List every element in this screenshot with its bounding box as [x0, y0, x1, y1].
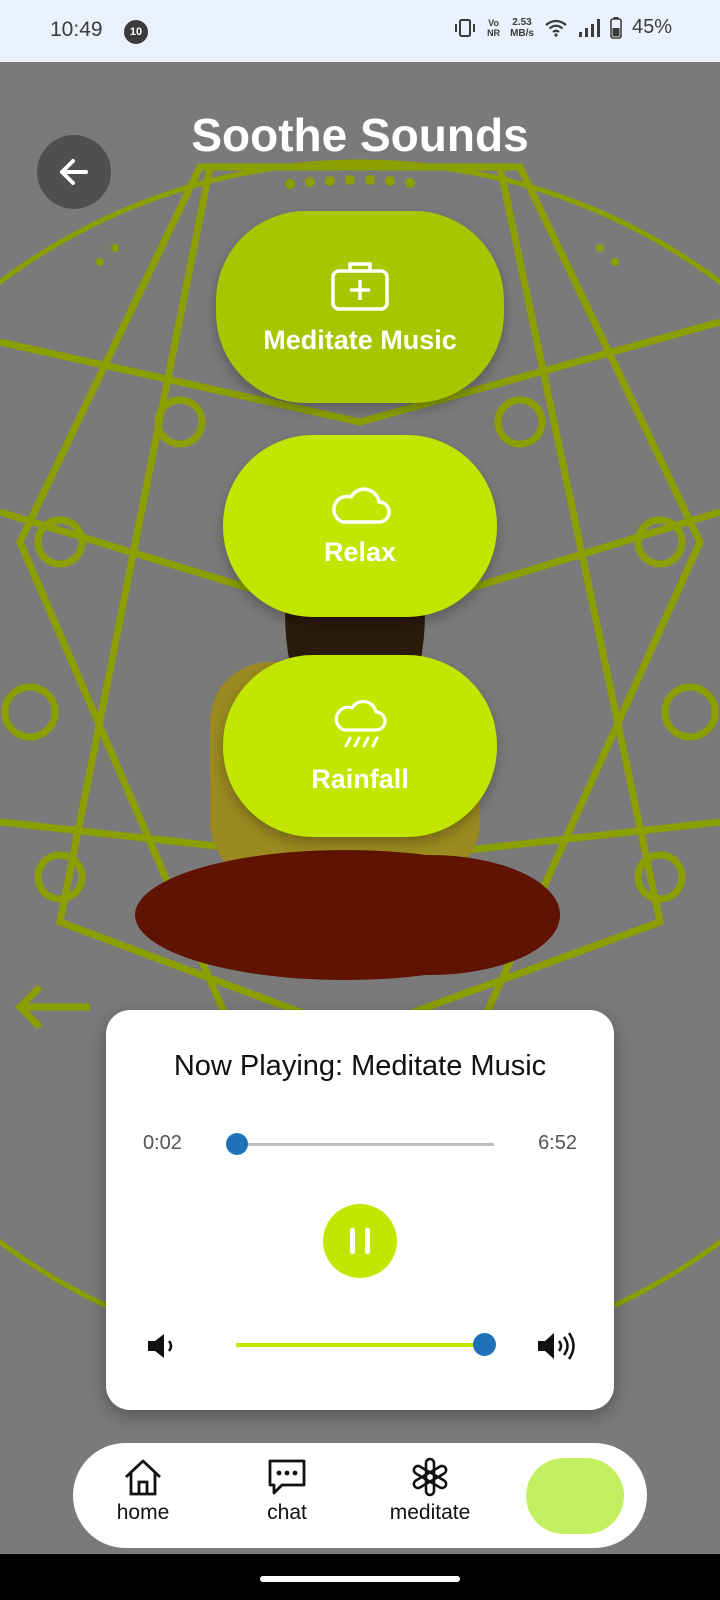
network-speed: 2.53 MB/s — [510, 16, 534, 39]
nav-meditate-label: meditate — [389, 1501, 471, 1524]
relax-button[interactable]: Relax — [223, 435, 497, 617]
battery-icon — [610, 16, 622, 39]
status-bar: 10:49 10 Vo NR 2.53 MB/s 45% — [0, 0, 720, 62]
volume-high-icon[interactable] — [536, 1330, 578, 1362]
status-icons: Vo NR 2.53 MB/s 45% — [453, 16, 672, 39]
back-button[interactable] — [37, 135, 111, 209]
vibrate-icon — [455, 18, 476, 37]
pause-icon — [350, 1228, 370, 1254]
seek-thumb[interactable] — [226, 1133, 249, 1155]
signal-icon — [578, 18, 600, 37]
main-screen: Soothe Sounds Meditate Music Relax Rainf… — [0, 62, 720, 1554]
nav-home-label: home — [116, 1501, 170, 1524]
page-title: Soothe Sounds — [191, 109, 529, 161]
rainfall-button[interactable]: Rainfall — [223, 655, 497, 837]
home-icon — [125, 1459, 161, 1496]
battery-percentage: 45% — [631, 16, 672, 38]
rain-cloud-icon — [334, 699, 387, 747]
volume-level — [236, 1343, 484, 1347]
system-navigation-bar — [0, 1554, 720, 1600]
seek-bar[interactable] — [226, 1133, 494, 1155]
now-playing-card: Now Playing: Meditate Music 0:02 6:52 — [106, 1010, 614, 1410]
nav-home[interactable]: home — [83, 1457, 203, 1525]
now-playing-title: Now Playing: Meditate Music — [173, 1050, 547, 1082]
arrow-left-icon — [60, 159, 88, 185]
volume-slider[interactable] — [236, 1333, 496, 1356]
total-time: 6:52 — [538, 1132, 577, 1154]
meditate-music-label: Meditate Music — [263, 324, 457, 355]
relax-label: Relax — [323, 536, 397, 567]
rainfall-label: Rainfall — [311, 763, 409, 794]
nav-meditate[interactable]: meditate — [370, 1457, 490, 1525]
nav-chat[interactable]: chat — [227, 1457, 347, 1525]
status-time: 10:49 — [50, 18, 103, 41]
notification-badge: 10 — [124, 20, 148, 44]
nav-active-indicator[interactable] — [526, 1458, 624, 1534]
pause-button[interactable] — [323, 1204, 397, 1278]
asterisk-icon — [412, 1457, 448, 1497]
wifi-icon — [545, 19, 567, 37]
volume-low-icon[interactable] — [146, 1332, 178, 1360]
bottom-navigation: home chat meditate — [73, 1443, 647, 1548]
first-aid-kit-icon — [331, 261, 389, 311]
volume-thumb[interactable] — [472, 1333, 496, 1356]
current-time: 0:02 — [143, 1132, 182, 1154]
meditate-music-button[interactable]: Meditate Music — [216, 211, 504, 403]
chat-icon — [268, 1459, 306, 1495]
nav-chat-label: chat — [267, 1501, 307, 1524]
home-gesture-handle[interactable] — [260, 1576, 460, 1582]
volte-indicator: Vo NR — [487, 17, 501, 38]
cloud-icon — [332, 486, 391, 524]
